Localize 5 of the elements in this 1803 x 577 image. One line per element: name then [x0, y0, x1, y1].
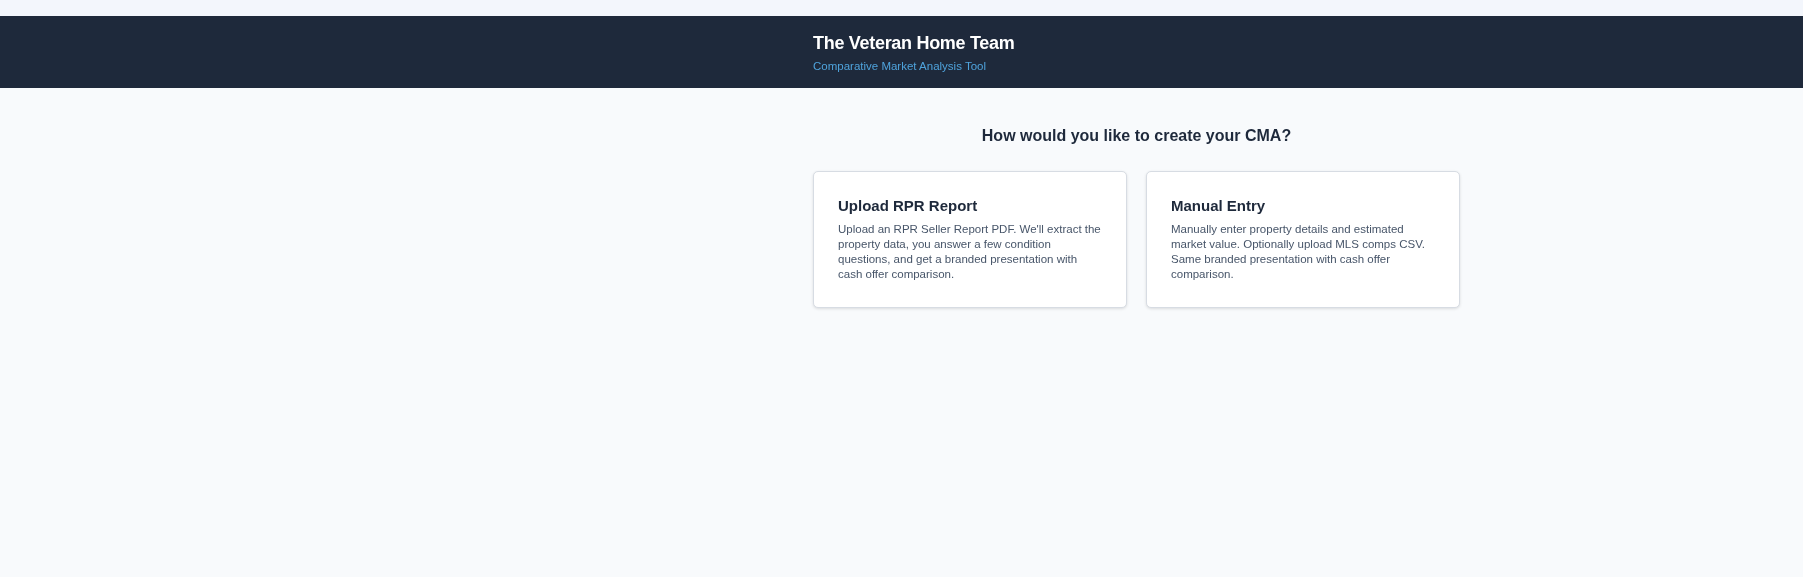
- app-subtitle: Comparative Market Analysis Tool: [813, 59, 986, 72]
- option-card[interactable]: Upload RPR Report Upload an RPR Seller Report PDF. We'll extract the property data, you answer a few condition questions, and get a branded presentation with cash offer comparison.: [813, 171, 1127, 308]
- app-title: The Veteran Home Team: [813, 32, 1015, 54]
- option-card[interactable]: Manual Entry Manually enter property details and estimated market value. Optionally upload MLS comps CSV. Same branded presentation with cash offer comparison.: [1146, 171, 1460, 308]
- question-heading: How would you like to create your CMA?: [981, 126, 1292, 146]
